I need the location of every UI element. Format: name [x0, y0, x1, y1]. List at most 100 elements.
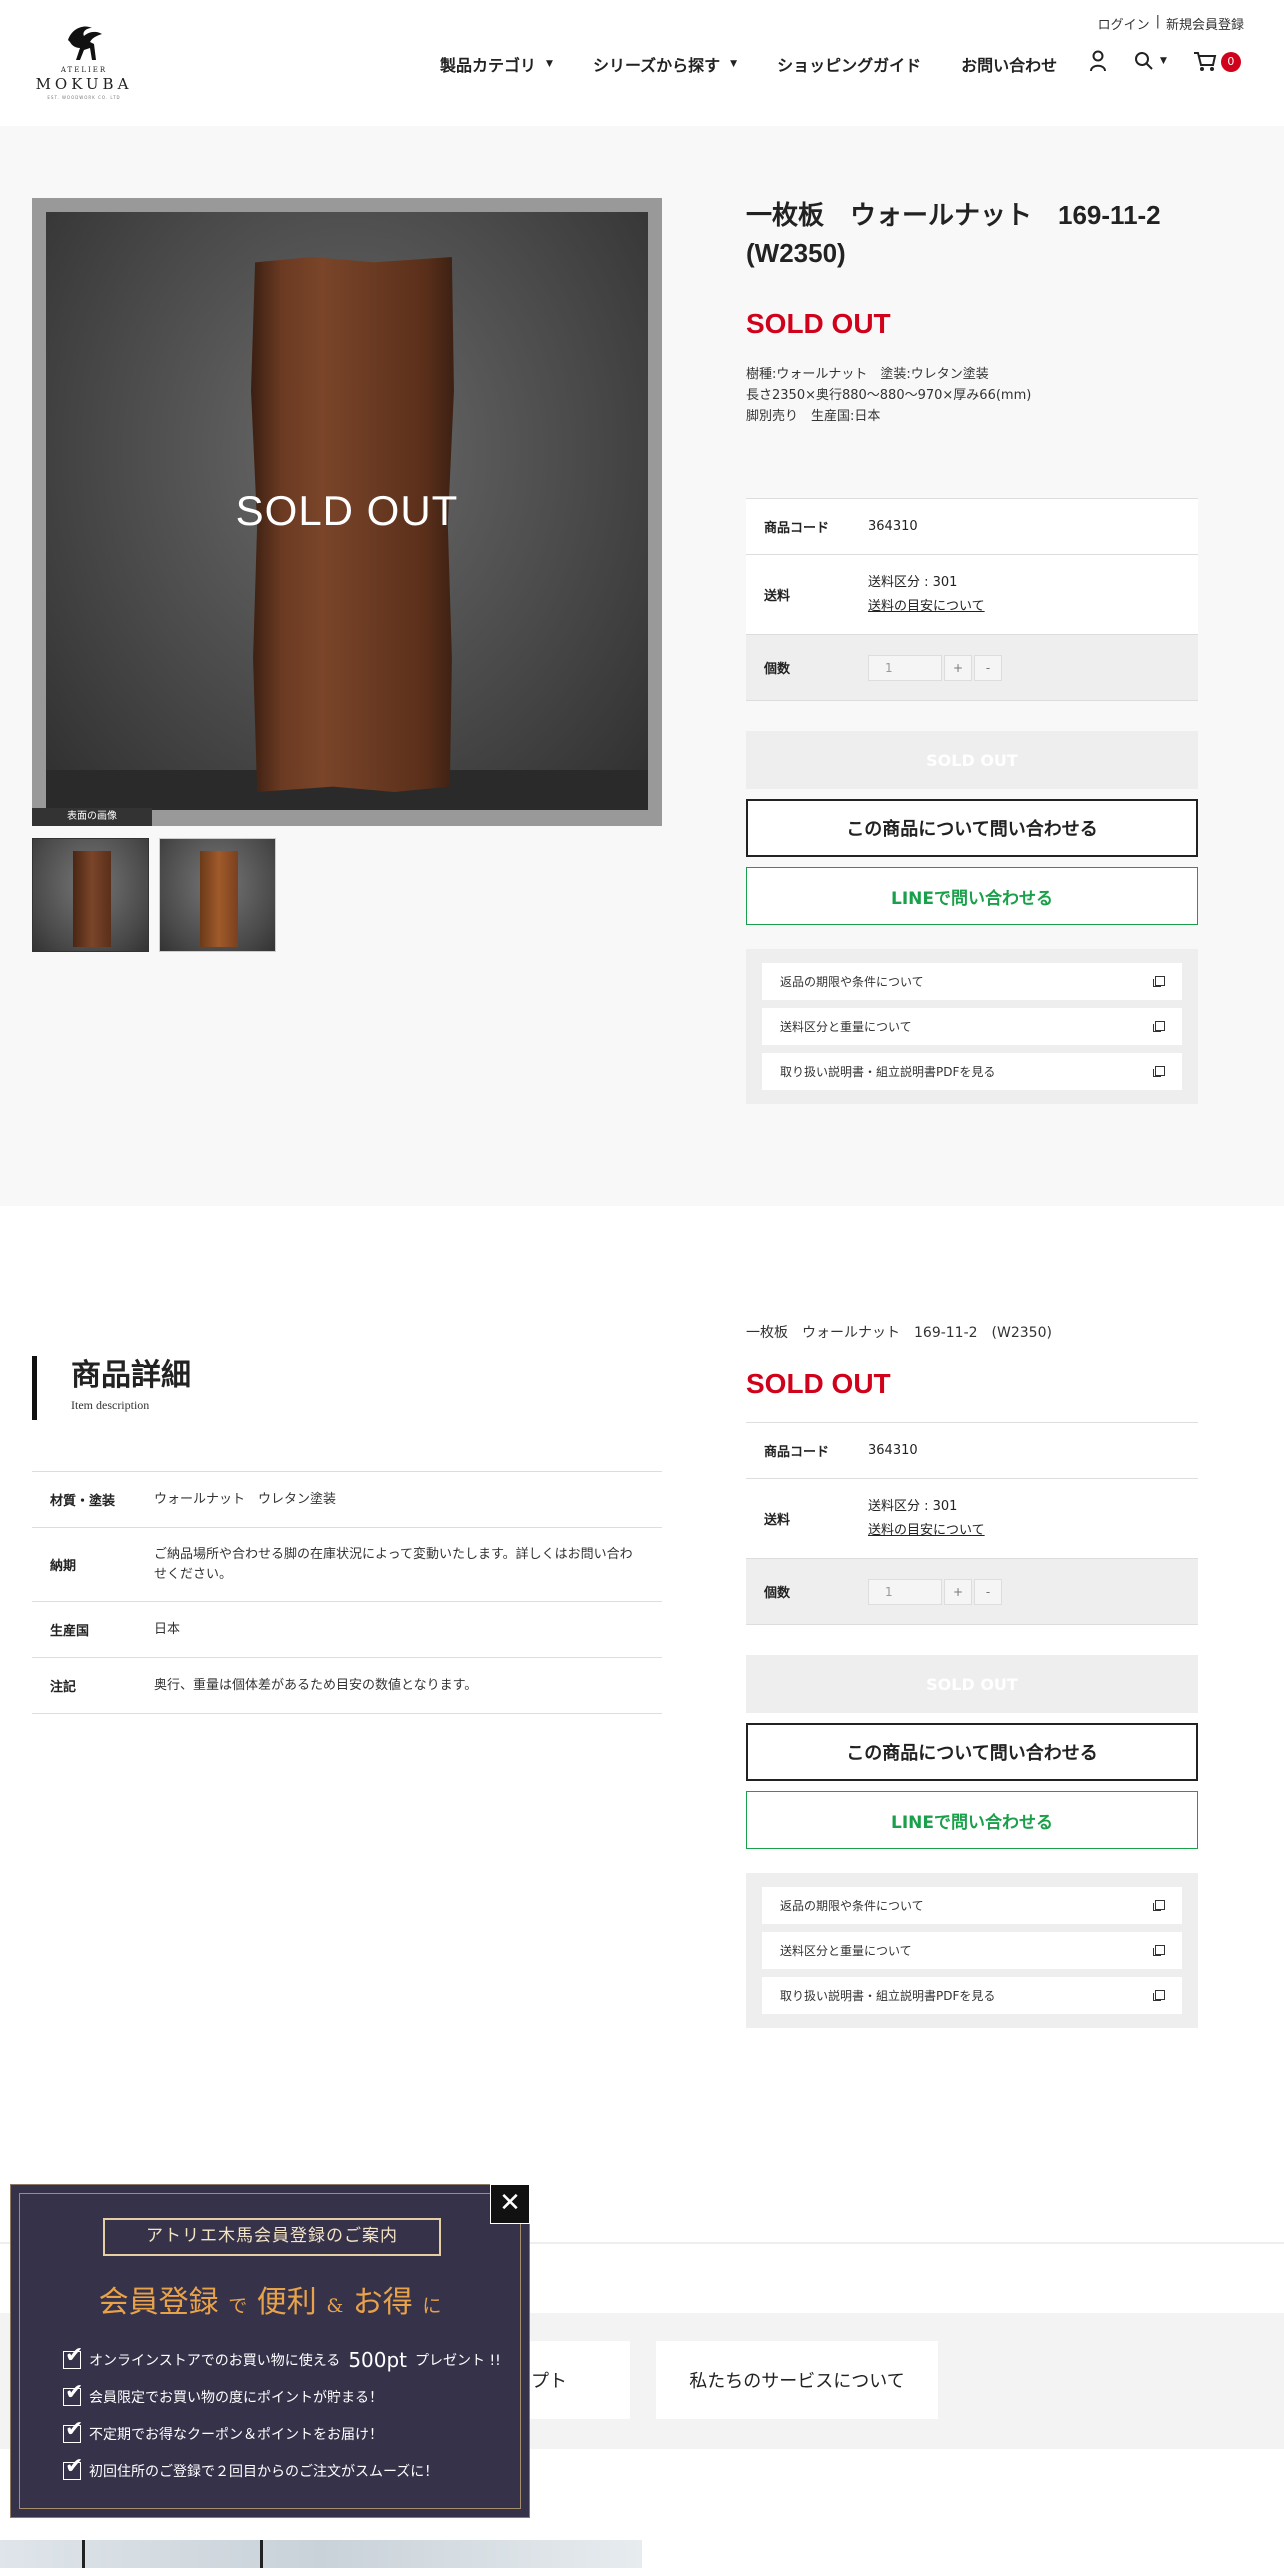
sold-out-button[interactable]: SOLD OUT [746, 1655, 1198, 1713]
services-card[interactable]: 私たちのサービスについて [656, 2341, 938, 2419]
desc-line: 脚別売り 生産国:日本 [746, 409, 881, 424]
search-button[interactable]: ▼ [1134, 51, 1167, 71]
returns-link[interactable]: 返品の期限や条件について [762, 963, 1182, 1000]
thumbnail-front[interactable] [32, 838, 149, 952]
info-links: 返品の期限や条件について 送料区分と重量について 取り扱い説明書・組立説明書PD… [746, 949, 1198, 1104]
returns-link[interactable]: 返品の期限や条件について [762, 1887, 1182, 1924]
nav-categories[interactable]: 製品カテゴリ ▼ [440, 52, 553, 76]
shipping-weight-link[interactable]: 送料区分と重量について [762, 1932, 1182, 1969]
cart-count-badge: 0 [1220, 52, 1241, 72]
sold-out-button[interactable]: SOLD OUT [746, 731, 1198, 789]
cart-button[interactable]: 0 [1193, 50, 1241, 72]
nav-label: シリーズから探す [592, 56, 721, 75]
qty-minus-button[interactable]: - [974, 654, 1002, 681]
detail-row: 納期 ご納品場所や合わせる脚の在庫状況によって変動いたします。詳しくはお問い合わ… [32, 1528, 662, 1602]
main-product-image[interactable]: SOLD OUT [32, 198, 662, 826]
checkbox-icon [63, 2343, 83, 2369]
logo-name: MOKUBA [35, 75, 133, 93]
logo-atelier: ATELIER [60, 66, 108, 74]
detail-key: 生産国 [50, 1624, 90, 1639]
headline-part: & [326, 2295, 344, 2317]
shipping-guide-link[interactable]: 送料の目安について [868, 599, 985, 614]
detail-key: 材質・塗装 [50, 1494, 116, 1509]
quantity-row: 個数 1 + - [746, 1559, 1198, 1625]
shipping-class: 送料区分 : 301 [868, 574, 958, 590]
detail-heading: 商品詳細 Item description [32, 1356, 332, 1420]
qty-minus-button[interactable]: - [974, 1578, 1002, 1605]
pegasus-logo-icon [68, 26, 102, 60]
product-title-small: 一枚板 ウォールナット 169-11-2 (W2350) [746, 1325, 1052, 1341]
user-icon [1090, 50, 1106, 72]
external-link-icon [1153, 1066, 1165, 1077]
shipping-guide-link[interactable]: 送料の目安について [868, 1523, 985, 1538]
qty-plus-button[interactable]: + [944, 1578, 972, 1605]
line-inquiry-button[interactable]: LINEで問い合わせる [746, 867, 1198, 925]
caret-down-icon: ▼ [1160, 56, 1167, 66]
nav-label: 製品カテゴリ [440, 56, 537, 75]
interior-photo [0, 2540, 642, 2568]
lamp-cord [260, 2540, 263, 2568]
product-title: 一枚板 ウォールナット 169-11-2 (W2350) [746, 200, 1161, 268]
shipping-value: 送料区分 : 301 送料の目安について [868, 571, 985, 619]
spec-table: 商品コード 364310 送料 送料区分 : 301 送料の目安について 個数 … [746, 1422, 1198, 1625]
quantity-row: 個数 1 + - [746, 635, 1198, 701]
link-label: 送料区分と重量について [780, 1020, 912, 1034]
purchase-panel: 商品コード 364310 送料 送料区分 : 301 送料の目安について 個数 … [746, 498, 1198, 1104]
benefit-text: 会員限定でお買い物の度にポイントが貯まる！ [89, 2389, 383, 2406]
member-signup-popup[interactable]: ✕ アトリエ木馬会員登録のご案内 会員登録 で 便利 & お得 に オンラインス… [10, 2184, 530, 2518]
inquiry-button[interactable]: この商品について問い合わせる [746, 799, 1198, 857]
headline-part: お得 [352, 2285, 413, 2320]
detail-subtitle: Item description [71, 1398, 150, 1412]
info-links: 返品の期限や条件について 送料区分と重量について 取り扱い説明書・組立説明書PD… [746, 1873, 1198, 2028]
manual-pdf-link[interactable]: 取り扱い説明書・組立説明書PDFを見る [762, 1053, 1182, 1090]
shipping-row: 送料 送料区分 : 301 送料の目安について [746, 555, 1198, 635]
code-value: 364310 [868, 1442, 918, 1458]
cart-icon [1193, 52, 1217, 71]
popup-headline: 会員登録 で 便利 & お得 に [11, 2277, 529, 2321]
login-link[interactable]: ログイン [1098, 14, 1150, 33]
shipping-weight-link[interactable]: 送料区分と重量について [762, 1008, 1182, 1045]
benefit-text: 初回住所のご登録で２回目からのご注文がスムーズに！ [89, 2463, 439, 2480]
code-row: 商品コード 364310 [746, 499, 1198, 555]
register-link[interactable]: 新規会員登録 [1166, 14, 1244, 33]
benefit-item: 不定期でお得なクーポン＆ポイントをお届け！ [63, 2415, 501, 2452]
benefit-text: オンラインストアでのお買い物に使える [89, 2352, 341, 2369]
close-icon[interactable]: ✕ [490, 2184, 530, 2224]
benefit-item: 会員限定でお買い物の度にポイントが貯まる！ [63, 2378, 501, 2415]
separator: | [1155, 14, 1160, 29]
external-link-icon [1153, 976, 1165, 987]
spec-table: 商品コード 364310 送料 送料区分 : 301 送料の目安について 個数 … [746, 498, 1198, 701]
caret-down-icon: ▼ [730, 59, 738, 69]
detail-row: 注記 奥行、重量は個体差があるため目安の数値となります。 [32, 1658, 662, 1714]
qty-input[interactable]: 1 [868, 654, 942, 681]
benefit-highlight: 500pt [348, 2347, 408, 2372]
thumbnail-back[interactable] [159, 838, 276, 952]
checkbox-icon [63, 2454, 83, 2480]
headline-part: に [422, 2295, 442, 2317]
shipping-label: 送料 [764, 1513, 791, 1528]
nav-series[interactable]: シリーズから探す ▼ [593, 52, 737, 76]
line-inquiry-button[interactable]: LINEで問い合わせる [746, 1791, 1198, 1849]
qty-plus-button[interactable]: + [944, 654, 972, 681]
nav-shopping-guide[interactable]: ショッピングガイド [777, 52, 921, 76]
inquiry-button[interactable]: この商品について問い合わせる [746, 1723, 1198, 1781]
external-link-icon [1153, 1021, 1165, 1032]
qty-input[interactable]: 1 [868, 1578, 942, 1605]
thumbnail-strip [32, 838, 276, 952]
account-button[interactable] [1088, 50, 1108, 72]
link-label: 取り扱い説明書・組立説明書PDFを見る [780, 1065, 996, 1079]
checkbox-icon [63, 2417, 83, 2443]
manual-pdf-link[interactable]: 取り扱い説明書・組立説明書PDFを見る [762, 1977, 1182, 2014]
detail-row: 材質・塗装 ウォールナット ウレタン塗装 [32, 1472, 662, 1528]
external-link-icon [1153, 1990, 1165, 2001]
detail-key: 納期 [50, 1559, 77, 1574]
sold-out-overlay: SOLD OUT [235, 487, 459, 534]
nav-contact[interactable]: お問い合わせ [961, 52, 1057, 76]
site-logo[interactable]: ATELIER MOKUBA EST. WOODWORK CO. LTD [34, 22, 134, 102]
product-description: 樹種:ウォールナット 塗装:ウレタン塗装 長さ2350×奥行880～880～97… [746, 364, 1198, 427]
detail-key: 注記 [50, 1680, 77, 1695]
sold-out-status: SOLD OUT [746, 308, 891, 339]
shipping-row: 送料 送料区分 : 301 送料の目安について [746, 1479, 1198, 1559]
benefit-item: オンラインストアでのお買い物に使える 500pt プレゼント !! [63, 2341, 501, 2378]
nav-label: ショッピングガイド [777, 56, 922, 75]
